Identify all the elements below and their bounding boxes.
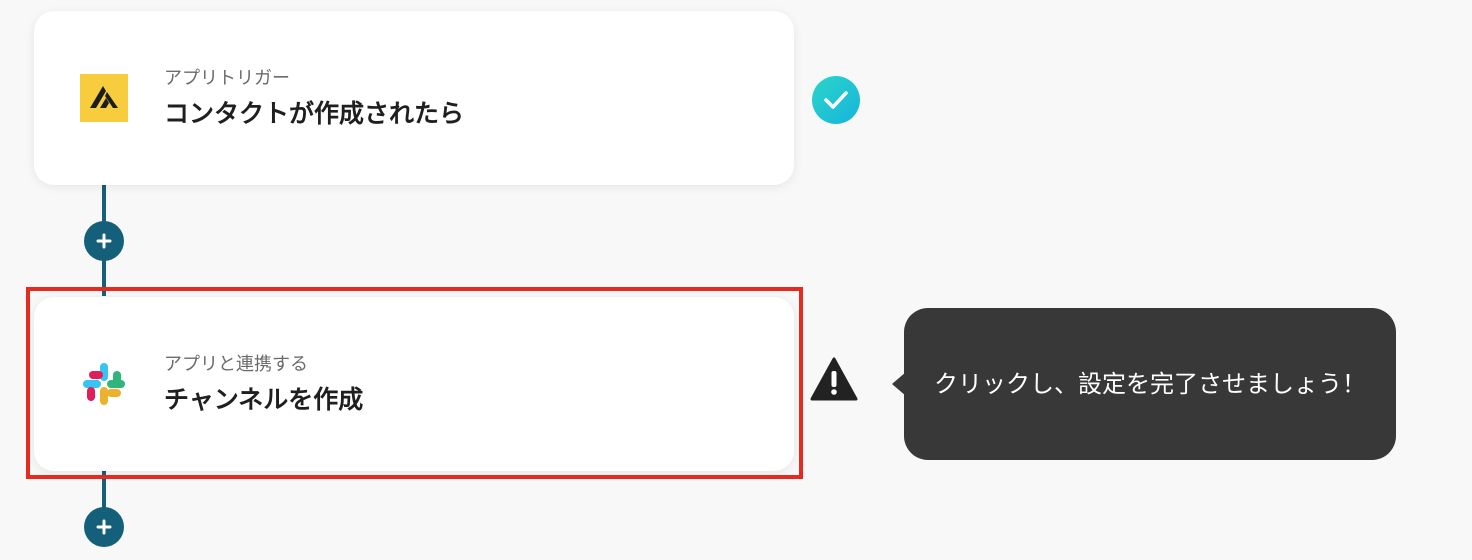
plus-icon: [96, 233, 112, 249]
tooltip-text: クリックし、設定を完了させましょう！: [934, 370, 1366, 398]
add-step-button[interactable]: [84, 221, 124, 261]
step-title: コンタクトが作成されたら: [164, 99, 465, 128]
warning-triangle-icon: [810, 357, 858, 401]
step-subtitle: アプリトリガー: [164, 68, 290, 89]
flow-canvas: アプリトリガー コンタクトが作成されたら アプリと連携する チャンネルを作成 ク…: [0, 0, 1472, 560]
step-subtitle: アプリと連携する: [164, 354, 308, 375]
check-circle-icon: [812, 76, 860, 124]
slack-logo-icon: [80, 360, 128, 408]
setup-hint-tooltip: クリックし、設定を完了させましょう！: [892, 308, 1396, 460]
plus-icon: [96, 519, 112, 535]
flow-step-card-trigger[interactable]: アプリトリガー コンタクトが作成されたら: [34, 11, 794, 185]
step-title: チャンネルを作成: [164, 385, 364, 414]
flow-step-card-action[interactable]: アプリと連携する チャンネルを作成: [34, 297, 794, 471]
add-step-button[interactable]: [84, 507, 124, 547]
attio-logo-icon: [80, 74, 128, 122]
